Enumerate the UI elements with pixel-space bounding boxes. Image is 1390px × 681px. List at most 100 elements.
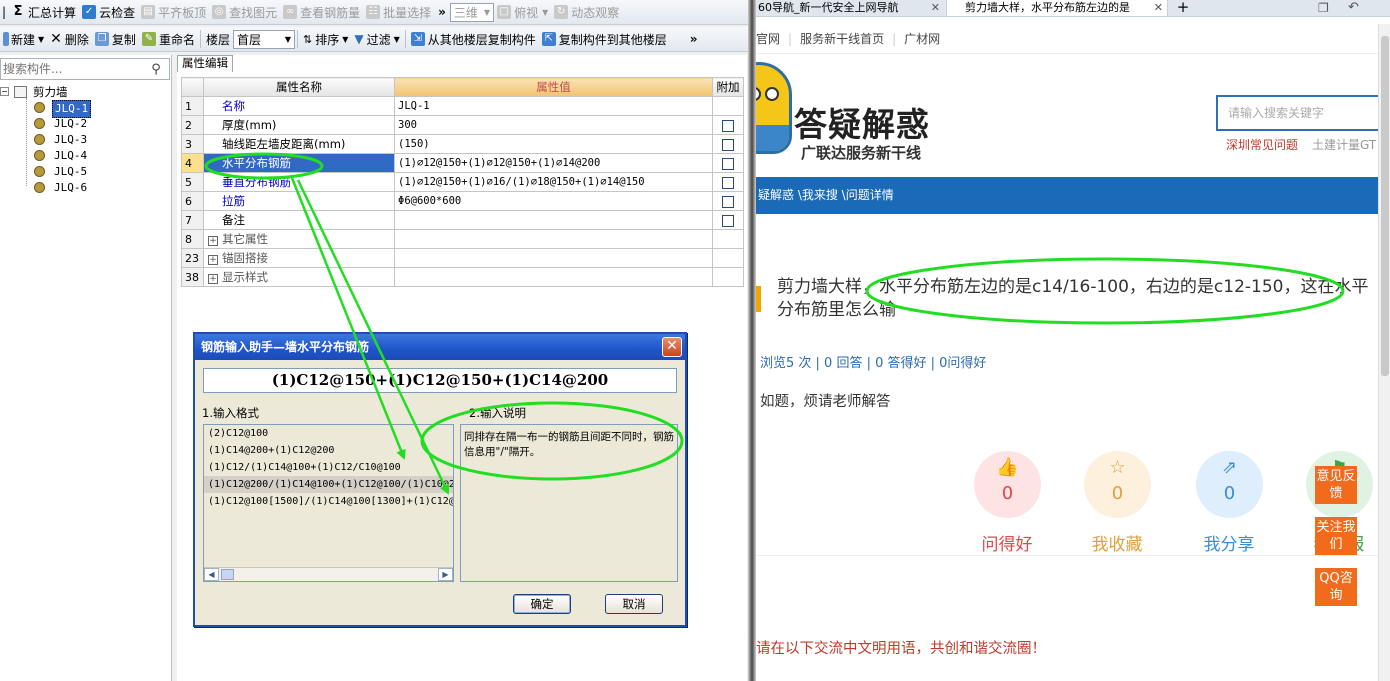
property-value[interactable]: (150) — [394, 134, 713, 154]
find-element-button[interactable]: ◎ 查找图元 — [209, 1, 280, 23]
toolbar1-more-icon[interactable]: » — [434, 5, 450, 19]
format-list[interactable]: (2)C12@100 (1)C14@200+(1)C12@200 (1)C12/(1… — [203, 424, 454, 582]
property-name-cell[interactable]: + 其它属性 — [203, 229, 395, 249]
favorite-link[interactable]: 官网 — [756, 32, 780, 46]
floor-select[interactable]: 首层 ▼ — [232, 29, 295, 49]
attach-checkbox[interactable] — [722, 157, 734, 170]
table-row[interactable]: 1 名称 JLQ-1 — [181, 96, 744, 116]
property-name-cell[interactable]: 名称 — [203, 96, 395, 116]
property-value[interactable] — [394, 210, 713, 230]
expand-icon[interactable]: + — [208, 274, 218, 284]
copy-to-floor-button[interactable]: ⇱ 复制构件到其他楼层 — [539, 28, 670, 50]
rename-button[interactable]: ✎ 重命名 — [139, 28, 198, 50]
view-rebar-button[interactable]: ∞ 查看钢筋量 — [280, 1, 363, 23]
favorite-link[interactable]: 广材网 — [904, 32, 940, 46]
format-list-item[interactable]: (1)C12@100[1500]/(1)C14@100[1300]+(1)C12… — [204, 493, 453, 510]
table-row[interactable]: 8 + 其它属性 — [181, 229, 744, 249]
cloud-check-button[interactable]: ✓ 云检查 — [79, 1, 138, 23]
close-icon[interactable]: ✕ — [1154, 0, 1163, 16]
table-row[interactable]: 3 轴线距左墙皮距离(mm) (150) — [181, 134, 744, 154]
format-list-item[interactable]: (2)C12@100 — [204, 425, 453, 442]
property-value[interactable]: (1)⌀12@150+(1)⌀16/(1)⌀18@150+(1)⌀14@150 — [394, 172, 713, 192]
property-name-cell[interactable]: 备注 — [203, 210, 395, 230]
table-row[interactable]: 6 拉筋 Φ6@600*600 — [181, 191, 744, 211]
property-name-cell[interactable]: 轴线距左墙皮距离(mm) — [203, 134, 395, 154]
property-value[interactable]: 300 — [394, 115, 713, 135]
window-splitter[interactable] — [748, 0, 756, 681]
new-button[interactable]: 新建 ▼ — [0, 28, 47, 50]
tree-item[interactable]: JLQ-1 — [0, 100, 170, 118]
format-list-item[interactable]: (1)C12@200/(1)C14@100+(1)C12@100/(1)C10@… — [204, 476, 453, 493]
table-row[interactable]: 38 + 显示样式 — [181, 267, 744, 287]
property-name-cell[interactable]: 拉筋 — [203, 191, 395, 211]
chevron-right-icon[interactable]: ▶ — [438, 568, 453, 581]
table-row[interactable]: 5 垂直分布钢筋 (1)⌀12@150+(1)⌀16/(1)⌀18@150+(1)⌀… — [181, 172, 744, 192]
attach-checkbox[interactable] — [722, 214, 734, 227]
attach-checkbox[interactable] — [722, 176, 734, 189]
table-row[interactable]: 7 备注 — [181, 210, 744, 230]
filter-button[interactable]: ▼ 过滤 ▼ — [351, 28, 402, 50]
scrollbar-thumb[interactable] — [221, 569, 234, 580]
property-name-cell[interactable]: 水平分布钢筋 — [203, 153, 395, 173]
browser-tab[interactable]: 60导航_新一代安全上网导航 ✕ — [756, 0, 944, 17]
vertical-scrollbar[interactable] — [1378, 24, 1390, 681]
action-share-button[interactable]: ⇗ 0 — [1196, 451, 1263, 518]
sort-button[interactable]: ⇅ 排序 ▼ — [300, 28, 351, 50]
property-value[interactable]: (1)⌀12@150+(1)⌀12@150+(1)⌀14@200 — [394, 153, 713, 173]
property-value[interactable] — [394, 248, 713, 268]
format-list-item[interactable]: (1)C12/(1)C14@100+(1)C12/C10@100 — [204, 459, 453, 476]
attach-checkbox[interactable] — [722, 195, 734, 208]
toolbar2-more-icon[interactable]: » — [686, 32, 702, 46]
search-input[interactable] — [1, 60, 146, 78]
site-search-input[interactable]: 请输入搜索关键字 — [1216, 95, 1390, 131]
property-name-cell[interactable]: + 锚固搭接 — [203, 248, 395, 268]
action-label[interactable]: 问得好 — [967, 530, 1047, 555]
ok-button[interactable]: 确定 — [513, 594, 571, 614]
batch-select-button[interactable]: ☷ 批量选择 — [363, 1, 434, 23]
tree-item[interactable]: JLQ-5 — [0, 164, 170, 180]
tree-item[interactable]: JLQ-6 — [0, 180, 170, 196]
action-label[interactable]: 我分享 — [1189, 530, 1269, 555]
chevron-left-icon[interactable]: ◀ — [204, 568, 219, 581]
rebar-input-field[interactable]: (1)C12@150+(1)C12@150+(1)C14@200 — [203, 368, 677, 393]
property-value[interactable] — [394, 267, 713, 287]
view-mode-combo[interactable]: 三维 ▼ — [449, 2, 495, 22]
new-tab-button[interactable]: + — [1172, 0, 1192, 17]
hot-link[interactable]: 土建计量GT — [1312, 138, 1376, 152]
favorite-link[interactable]: 服务新干线首页 — [800, 32, 884, 46]
attach-checkbox[interactable] — [722, 138, 734, 151]
sum-button[interactable]: Σ 汇总计算 — [8, 1, 79, 23]
hot-link[interactable]: 深圳常见问题 — [1226, 138, 1298, 152]
undo-icon[interactable]: ↶ — [1346, 0, 1366, 17]
property-name-cell[interactable]: + 显示样式 — [203, 267, 395, 287]
property-value[interactable]: JLQ-1 — [394, 96, 713, 116]
tree-item[interactable]: JLQ-2 — [0, 116, 170, 132]
close-icon[interactable]: ✕ — [662, 337, 682, 357]
action-label[interactable]: 我收藏 — [1077, 530, 1157, 555]
expand-icon[interactable]: + — [208, 236, 218, 246]
table-row[interactable]: 23 + 锚固搭接 — [181, 248, 744, 268]
action-star-button[interactable]: ☆ 0 — [1084, 451, 1151, 518]
property-value[interactable] — [394, 229, 713, 249]
property-value[interactable]: Φ6@600*600 — [394, 191, 713, 211]
copy-from-floor-button[interactable]: ⇲ 从其他楼层复制构件 — [408, 28, 539, 50]
tree-item[interactable]: JLQ-4 — [0, 148, 170, 164]
format-list-item[interactable]: (1)C14@200+(1)C12@200 — [204, 442, 453, 459]
property-name-cell[interactable]: 垂直分布钢筋 — [203, 172, 395, 192]
browser-tab-active[interactable]: 剪力墙大样，水平分布筋左边的是 ✕ — [946, 0, 1168, 17]
close-icon[interactable]: ✕ — [931, 0, 940, 16]
table-row[interactable]: 2 厚度(mm) 300 — [181, 115, 744, 135]
table-row[interactable]: 4 水平分布钢筋 (1)⌀12@150+(1)⌀12@150+(1)⌀14@200 — [181, 153, 744, 173]
attach-checkbox[interactable] — [722, 119, 734, 132]
dynamic-view-button[interactable]: ↻ 动态观察 — [551, 1, 622, 23]
horizontal-scrollbar[interactable]: ◀ ▶ — [204, 567, 453, 581]
scrollbar-thumb[interactable] — [1381, 36, 1389, 376]
action-thumbs-up-button[interactable]: 👍 0 — [974, 451, 1041, 518]
delete-button[interactable]: ✕ 删除 — [47, 28, 92, 50]
restore-window-icon[interactable]: ❐ — [1316, 0, 1336, 17]
collapse-icon[interactable]: − — [0, 87, 9, 96]
search-icon[interactable]: ⚲ — [146, 59, 166, 79]
breadcrumb[interactable]: 疑解惑 \我来搜 \问题详情 — [756, 177, 1390, 214]
view-angle-button[interactable]: □ 俯视 ▼ — [494, 1, 551, 23]
tree-item[interactable]: JLQ-3 — [0, 132, 170, 148]
